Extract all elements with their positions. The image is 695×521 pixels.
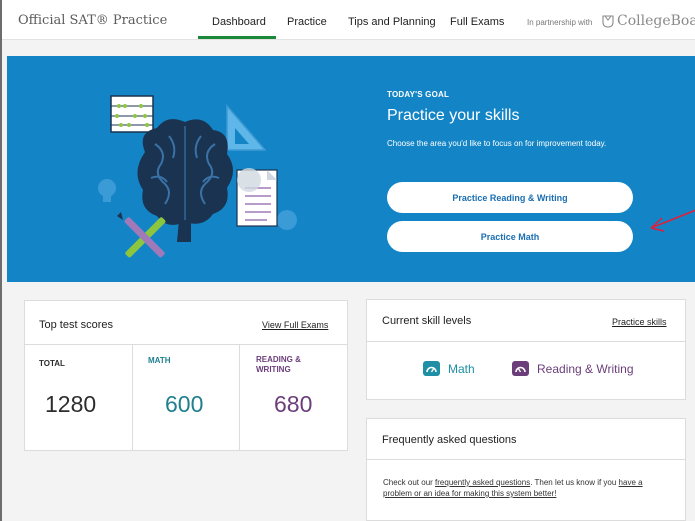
skill-math[interactable]: Math	[423, 361, 475, 376]
skill-reading-writing-label: Reading & Writing	[537, 361, 634, 376]
nav-full-exams[interactable]: Full Exams	[450, 16, 504, 28]
faq-link[interactable]: frequently asked questions	[435, 478, 530, 487]
goal-description: Choose the area you'd like to focus on f…	[387, 139, 607, 148]
reading-writing-score-label: READING & WRITING	[256, 355, 301, 374]
reading-gauge-icon	[512, 361, 529, 376]
faq-text: Check out our frequently asked questions…	[383, 477, 673, 499]
faq-title: Frequently asked questions	[382, 434, 517, 446]
card-divider	[367, 459, 685, 460]
faq-text-part-1: Check out our	[383, 478, 436, 487]
total-score-value: 1280	[45, 391, 97, 417]
todays-goal-banner: TODAY'S GOAL Practice your skills Choose…	[7, 56, 695, 282]
math-gauge-icon	[423, 361, 440, 376]
view-full-exams-link[interactable]: View Full Exams	[262, 320, 328, 330]
reading-writing-score-value: 680	[274, 391, 313, 417]
faq-card: Frequently asked questions Check out our…	[366, 418, 686, 521]
practice-math-button[interactable]: Practice Math	[387, 221, 633, 252]
nav-tips-and-planning[interactable]: Tips and Planning	[348, 16, 436, 28]
column-divider	[239, 345, 240, 451]
collegeboard-logo[interactable]: CollegeBoard	[602, 13, 695, 29]
scores-card-title: Top test scores	[39, 319, 113, 331]
practice-skills-link[interactable]: Practice skills	[612, 317, 667, 327]
partner-text: In partnership with	[527, 18, 593, 27]
goal-kicker: TODAY'S GOAL	[387, 90, 450, 99]
nav-practice[interactable]: Practice	[287, 16, 327, 28]
faq-text-part-2: . Then let us know if you	[530, 478, 619, 487]
brain-study-illustration	[98, 95, 297, 258]
total-score-label: TOTAL	[39, 359, 65, 368]
nav-active-indicator	[198, 36, 276, 39]
acorn-icon	[602, 15, 614, 28]
red-arrow-annotation	[650, 209, 695, 232]
math-score-label: MATH	[148, 356, 171, 365]
column-divider	[132, 345, 133, 451]
skill-reading-writing[interactable]: Reading & Writing	[512, 361, 634, 376]
math-score-value: 600	[165, 391, 204, 417]
current-skill-levels-card: Current skill levels Practice skills Mat…	[366, 299, 686, 400]
card-divider	[367, 341, 685, 342]
card-divider	[25, 344, 347, 345]
nav-dashboard[interactable]: Dashboard	[212, 16, 266, 28]
collegeboard-logo-text: CollegeBoard	[617, 13, 695, 29]
skill-math-label: Math	[448, 361, 475, 376]
goal-title: Practice your skills	[387, 107, 520, 124]
top-test-scores-card: Top test scores View Full Exams TOTAL 12…	[24, 300, 348, 451]
skills-card-title: Current skill levels	[382, 315, 472, 327]
top-nav: Official SAT® Practice Dashboard Practic…	[2, 0, 695, 40]
practice-reading-writing-button[interactable]: Practice Reading & Writing	[387, 182, 633, 213]
brand-title[interactable]: Official SAT® Practice	[18, 13, 167, 28]
